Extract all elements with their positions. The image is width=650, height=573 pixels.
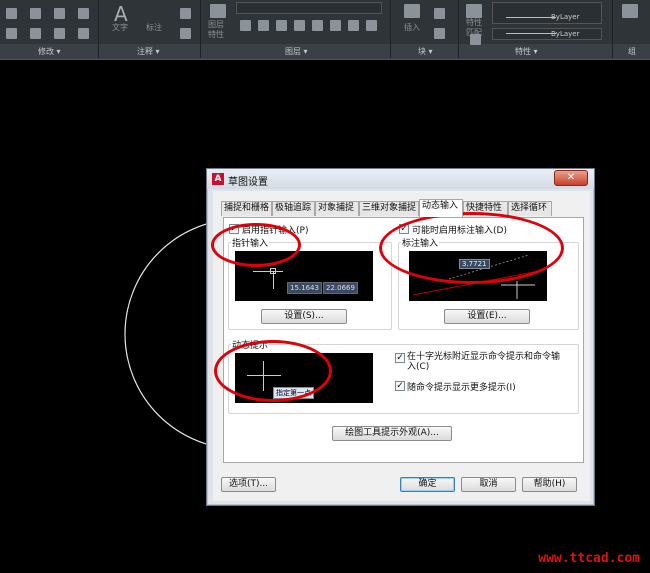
dim-button-label[interactable]: 标注	[146, 22, 162, 33]
panel-annotation[interactable]: 注释 ▾	[137, 46, 160, 57]
tab-dynamic-input[interactable]: 动态输入	[419, 199, 463, 217]
enable-pointer-checkbox[interactable]: ✓	[229, 224, 239, 234]
ok-button[interactable]: 确定	[400, 477, 455, 492]
trim-icon[interactable]	[54, 8, 65, 19]
prompt-preview: 指定第一点	[235, 353, 373, 403]
pointer-y-tooltip: 22.0669	[323, 282, 358, 294]
dim-preview: 3.7721	[409, 251, 547, 301]
create-block-icon[interactable]	[434, 8, 445, 19]
enable-pointer-label: 启用指针输入(P)	[242, 226, 309, 236]
layer-properties-icon[interactable]	[210, 4, 226, 18]
tab-polar-tracking[interactable]: 极轴追踪	[272, 201, 315, 216]
ribbon: 修改 ▾ 注释 ▾ 图层 ▾ 块 ▾ 特性 ▾ 组 A 文字 标注 图层 特性 …	[0, 0, 650, 60]
erase-icon[interactable]	[78, 8, 89, 19]
layer-dropdown[interactable]	[236, 2, 382, 14]
pointer-input-group: 指针输入 15.1643 22.0669 设置(S)...	[228, 236, 392, 330]
dim-settings-button[interactable]: 设置(E)...	[444, 309, 530, 324]
leader-icon[interactable]	[180, 28, 191, 39]
move-icon[interactable]	[6, 8, 17, 19]
dialog-title: 草图设置	[228, 177, 268, 188]
layer-freeze-icon[interactable]	[276, 20, 287, 31]
dim-input-title: 标注输入	[401, 236, 440, 249]
table-icon[interactable]	[180, 8, 191, 19]
insert-label[interactable]: 插入	[404, 22, 420, 33]
dynamic-prompts-group: 动态提示 指定第一点 ✓ 在十字光标附近显示命令提示和命令输入(C) ✓ 随命令…	[228, 338, 579, 414]
layer-properties-label[interactable]: 图层 特性	[208, 20, 224, 40]
tab-3d-object-snap[interactable]: 三维对象捕捉	[359, 201, 419, 216]
fillet-icon[interactable]	[54, 28, 65, 39]
tab-snap-grid[interactable]: 捕捉和栅格	[221, 201, 272, 216]
layer-isolate-icon[interactable]	[258, 20, 269, 31]
layer-off-icon[interactable]	[240, 20, 251, 31]
tooltip-appearance-button[interactable]: 绘图工具提示外观(A)...	[332, 426, 452, 441]
match-properties-icon[interactable]	[466, 4, 482, 18]
layer-match-icon[interactable]	[312, 20, 323, 31]
pointer-preview: 15.1643 22.0669	[235, 251, 373, 301]
enable-dim-checkbox[interactable]: ✓	[399, 224, 409, 234]
layer-merge-icon[interactable]	[348, 20, 359, 31]
show-more-prompts-checkbox[interactable]: ✓	[395, 381, 405, 391]
edit-block-icon[interactable]	[434, 28, 445, 39]
show-more-prompts-label: 随命令提示显示更多提示(I)	[407, 383, 516, 393]
watermark: www.ttcad.com	[538, 551, 640, 566]
help-button[interactable]: 帮助(H)	[522, 477, 577, 492]
dim-value-tooltip: 3.7721	[459, 259, 490, 269]
tab-object-snap[interactable]: 对象捕捉	[315, 201, 359, 216]
autocad-icon: A	[212, 173, 224, 185]
enable-dim-label: 可能时启用标注输入(D)	[412, 226, 507, 236]
dynamic-input-page: ✓ 启用指针输入(P) 指针输入 15.1643 22.0669 设置(S)..…	[223, 217, 584, 463]
options-button[interactable]: 选项(T)...	[221, 477, 276, 492]
layer-lock-icon[interactable]	[294, 20, 305, 31]
drafting-settings-dialog: A 草图设置 ✕ 捕捉和栅格 极轴追踪 对象捕捉 三维对象捕捉 动态输入 快捷特…	[206, 168, 595, 506]
copy-icon[interactable]	[6, 28, 17, 39]
tab-selection-cycling[interactable]: 选择循环	[508, 201, 552, 216]
linetype-dropdown[interactable]: ByLayer	[492, 12, 602, 24]
close-button[interactable]: ✕	[554, 170, 588, 186]
layer-previous-icon[interactable]	[366, 20, 377, 31]
prompt-tooltip: 指定第一点	[273, 387, 314, 399]
list-icon[interactable]	[470, 34, 481, 45]
pointer-x-tooltip: 15.1643	[287, 282, 322, 294]
pointer-settings-button[interactable]: 设置(S)...	[261, 309, 347, 324]
panel-layers[interactable]: 图层 ▾	[285, 46, 308, 57]
panel-properties[interactable]: 特性 ▾	[515, 46, 538, 57]
layer-walk-icon[interactable]	[330, 20, 341, 31]
tab-quick-properties[interactable]: 快捷特性	[463, 201, 508, 216]
group-icon[interactable]	[622, 4, 638, 18]
lineweight-value: ByLayer	[551, 30, 580, 38]
panel-modify[interactable]: 修改 ▾	[38, 46, 61, 57]
lineweight-dropdown[interactable]: ByLayer	[492, 28, 602, 40]
cancel-button[interactable]: 取消	[461, 477, 516, 492]
dialog-titlebar[interactable]: A 草图设置 ✕	[207, 169, 594, 189]
show-command-prompt-checkbox[interactable]: ✓	[395, 353, 405, 363]
panel-block[interactable]: 块 ▾	[418, 46, 433, 57]
mirror-icon[interactable]	[30, 28, 41, 39]
dialog-body: 捕捉和栅格 极轴追踪 对象捕捉 三维对象捕捉 动态输入 快捷特性 选择循环 ✓ …	[213, 191, 590, 501]
explode-icon[interactable]	[78, 28, 89, 39]
pointer-input-title: 指针输入	[231, 236, 270, 249]
text-button-label[interactable]: 文字	[112, 22, 128, 33]
rotate-icon[interactable]	[30, 8, 41, 19]
dim-input-group: 标注输入 3.7721 设置(E)...	[398, 236, 579, 330]
panel-groups[interactable]: 组	[628, 46, 636, 57]
show-command-prompt-label: 在十字光标附近显示命令提示和命令输入(C)	[407, 352, 561, 372]
dynamic-prompts-title: 动态提示	[231, 338, 270, 351]
insert-block-icon[interactable]	[404, 4, 420, 18]
